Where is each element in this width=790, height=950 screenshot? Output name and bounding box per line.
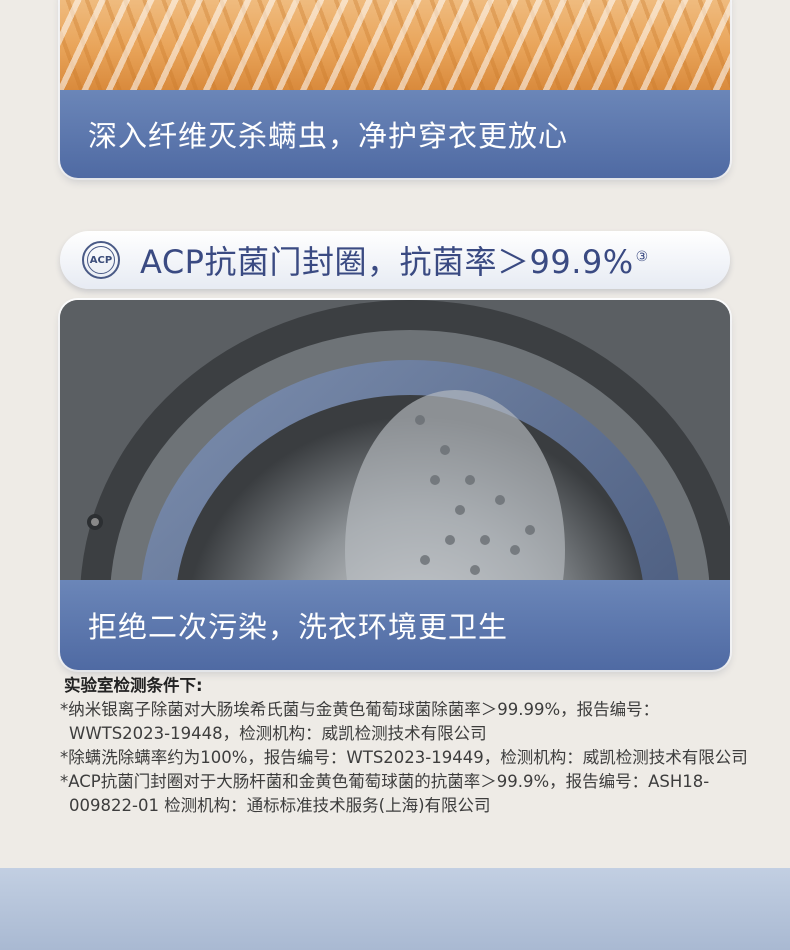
door-seal-caption-banner: 拒绝二次污染，洗衣环境更卫生 [60,580,730,670]
fiber-card: 深入纤维灭杀螨虫，净护穿衣更放心 [60,0,730,178]
footnote-item: *除螨洗除螨率约为100%，报告编号：WTS2023-19449，检测机构：威凯… [60,748,748,767]
washer-door-seal-image [60,300,730,582]
footnote-item: *ACP抗菌门封圈对于大肠杆菌和金黄色葡萄球菌的抗菌率＞99.9%，报告编号：A… [60,772,710,815]
test-footnotes: 实验室检测条件下: *纳米银离子除菌对大肠埃希氏菌与金黄色葡萄球菌除菌率＞99.… [60,674,760,818]
door-seal-caption: 拒绝二次污染，洗衣环境更卫生 [88,610,509,644]
acp-title: ACP抗菌门封圈，抗菌率＞99.9% ③ [140,237,649,283]
acp-badge-text: ACP [89,254,113,266]
fiber-closeup-image [60,0,730,90]
footnote-item: *纳米银离子除菌对大肠埃希氏菌与金黄色葡萄球菌除菌率＞99.99%，报告编号：W… [60,700,660,743]
acp-title-pill: ACP ACP抗菌门封圈，抗菌率＞99.9% ③ [60,231,730,289]
fiber-caption-banner: 深入纤维灭杀螨虫，净护穿衣更放心 [60,90,730,178]
door-seal-card: 拒绝二次污染，洗衣环境更卫生 [60,300,730,670]
acp-title-footnote-mark: ③ [635,249,649,266]
fiber-caption: 深入纤维灭杀螨虫，净护穿衣更放心 [88,119,569,153]
next-section-band [0,868,790,950]
washer-drum-illustration [60,300,730,582]
acp-badge-icon: ACP [82,241,120,279]
acp-title-text: ACP抗菌门封圈，抗菌率＞99.9% [140,243,634,281]
footnotes-heading: 实验室检测条件下: [64,676,203,695]
